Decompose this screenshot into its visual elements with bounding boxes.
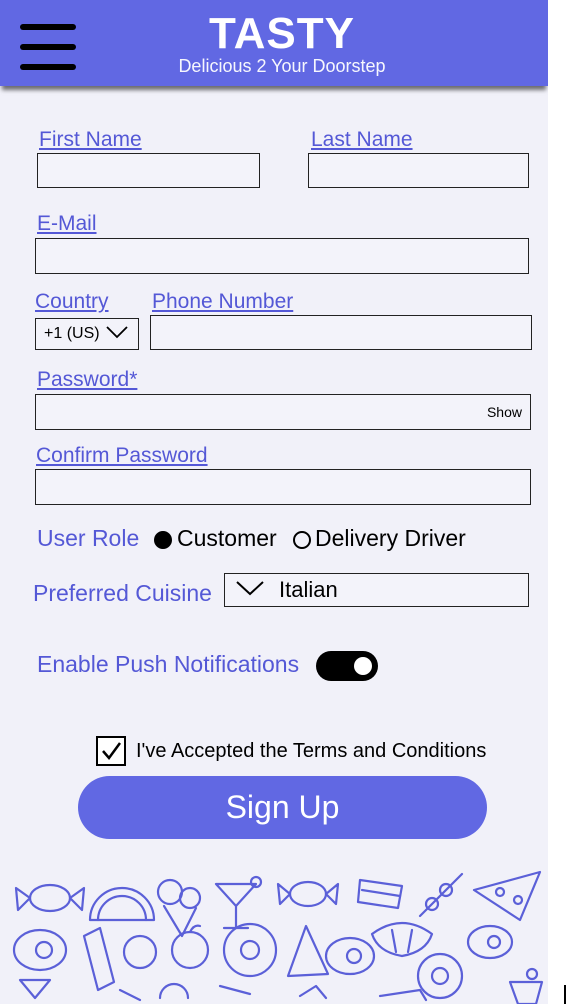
window-edge bbox=[564, 985, 566, 1004]
country-code-value: +1 (US) bbox=[44, 325, 100, 342]
push-notifications-label: Enable Push Notifications bbox=[37, 651, 300, 677]
user-role-label: User Role bbox=[37, 525, 140, 551]
sign-up-button[interactable]: Sign Up bbox=[78, 776, 487, 839]
signup-screen: TASTY Delicious 2 Your Doorstep First Na… bbox=[0, 0, 548, 1004]
hamburger-menu-icon[interactable] bbox=[20, 24, 76, 70]
show-password-button[interactable]: Show bbox=[487, 404, 522, 420]
terms-checkbox[interactable] bbox=[96, 736, 126, 766]
toggle-knob bbox=[354, 657, 372, 675]
preferred-cuisine-label: Preferred Cuisine bbox=[33, 580, 212, 606]
radio-customer-label: Customer bbox=[177, 525, 277, 551]
confirm-password-label: Confirm Password bbox=[36, 444, 208, 467]
first-name-field[interactable] bbox=[37, 153, 260, 188]
phone-number-field[interactable] bbox=[150, 315, 532, 350]
phone-number-label: Phone Number bbox=[152, 290, 294, 313]
checkmark-icon bbox=[102, 742, 122, 761]
confirm-password-field[interactable] bbox=[35, 469, 531, 505]
last-name-field[interactable] bbox=[308, 153, 529, 188]
app-title: TASTY bbox=[209, 9, 355, 58]
password-label: Password* bbox=[37, 368, 138, 391]
last-name-label: Last Name bbox=[311, 128, 413, 151]
terms-label: I've Accepted the Terms and Conditions bbox=[136, 740, 487, 762]
email-field[interactable] bbox=[35, 238, 529, 274]
app-header: TASTY Delicious 2 Your Doorstep bbox=[0, 0, 548, 86]
brand: TASTY Delicious 2 Your Doorstep bbox=[156, 9, 408, 77]
push-notifications-toggle[interactable] bbox=[316, 651, 378, 681]
cuisine-select[interactable]: Italian bbox=[224, 573, 529, 607]
cuisine-value: Italian bbox=[279, 577, 338, 602]
app-subtitle: Delicious 2 Your Doorstep bbox=[178, 56, 386, 76]
country-label: Country bbox=[35, 290, 109, 313]
first-name-label: First Name bbox=[39, 128, 142, 151]
radio-delivery-driver-label: Delivery Driver bbox=[315, 525, 466, 551]
email-label: E-Mail bbox=[37, 212, 97, 235]
chevron-down-icon bbox=[235, 577, 265, 603]
radio-delivery-driver[interactable] bbox=[293, 531, 311, 549]
country-code-select[interactable]: +1 (US) bbox=[35, 318, 139, 350]
password-field[interactable]: Show bbox=[35, 394, 531, 430]
food-pattern-illustration bbox=[12, 870, 544, 1004]
radio-customer[interactable] bbox=[154, 531, 172, 549]
chevron-down-icon bbox=[105, 325, 128, 344]
